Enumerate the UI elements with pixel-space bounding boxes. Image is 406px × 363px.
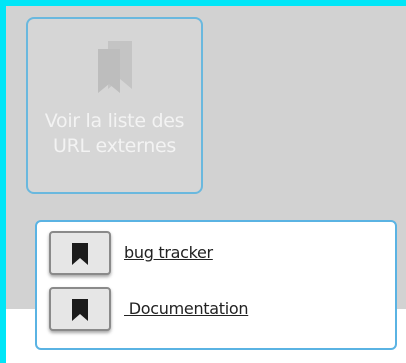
link-icon-button[interactable] (49, 287, 111, 331)
link-icon-button[interactable] (49, 231, 111, 275)
external-urls-button-label: Voir la liste des URL externes (44, 110, 185, 157)
bookmark-icon (72, 299, 88, 321)
external-urls-button[interactable]: Voir la liste des URL externes (26, 17, 203, 194)
links-popup: bug tracker Documentation (35, 220, 397, 350)
link-documentation[interactable]: Documentation (124, 299, 249, 318)
link-bug-tracker[interactable]: bug tracker (124, 243, 213, 262)
link-item-documentation[interactable]: Documentation (49, 287, 379, 331)
bookmarks-icon (98, 41, 132, 93)
bookmark-icon (72, 243, 88, 265)
link-item-bug-tracker[interactable]: bug tracker (49, 231, 379, 275)
